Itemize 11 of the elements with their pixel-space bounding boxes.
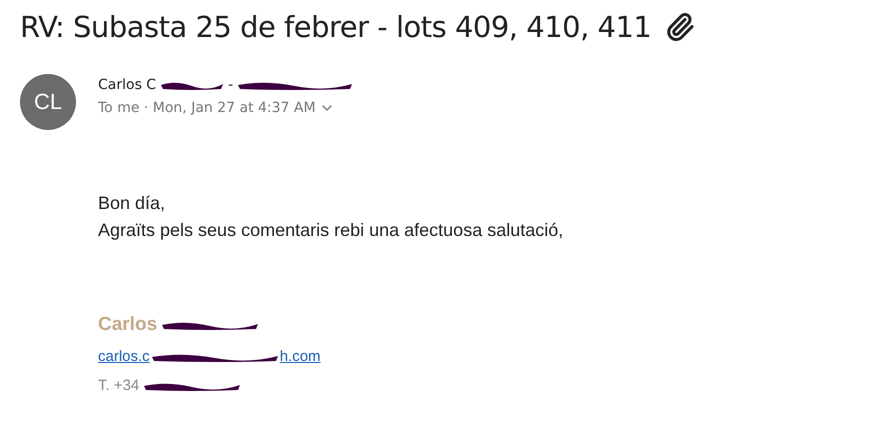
- email-subject: RV: Subasta 25 de febrer - lots 409, 410, 411: [20, 10, 652, 44]
- body-text: Agraïts pels seus comentaris rebi una afectuosa salutació,: [98, 219, 564, 242]
- body-text: Bon día,: [98, 192, 166, 215]
- sender-name: -: [228, 77, 234, 93]
- email-link[interactable]: carlos.c: [98, 348, 150, 365]
- phone-number: T. +34: [98, 377, 140, 394]
- signature-name: Carlos: [98, 314, 158, 336]
- email-link[interactable]: h.com: [280, 348, 321, 365]
- sender-avatar: CL: [20, 74, 76, 130]
- sender-name: Carlos C: [98, 77, 156, 93]
- recipient-date: To me · Mon, Jan 27 at 4:37 AM: [98, 100, 316, 116]
